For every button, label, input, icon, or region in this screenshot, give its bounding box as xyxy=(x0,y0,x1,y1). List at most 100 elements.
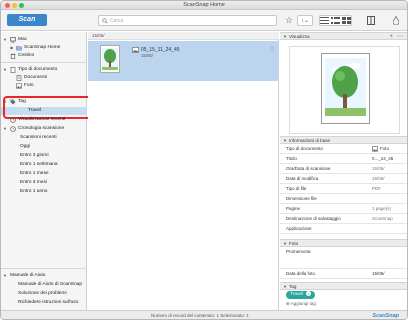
info-key: Destinazione di salvataggio xyxy=(286,216,341,221)
sidebar-item-1-week[interactable]: Entro 1 settimana xyxy=(1,161,87,169)
sidebar-item-today[interactable]: Oggi xyxy=(1,143,87,151)
info-value: 1 page(s) xyxy=(372,206,392,211)
tree-photo-icon xyxy=(102,48,118,70)
sidebar-item-documents[interactable]: Documenti xyxy=(1,74,87,82)
plus-icon: ⊕ xyxy=(286,301,290,306)
photo-icon xyxy=(132,47,139,53)
settings-button[interactable] xyxy=(391,15,401,26)
list-view-icon xyxy=(320,17,329,24)
tag-label: Travel xyxy=(290,292,304,297)
clock-icon xyxy=(10,117,16,123)
chevron-down-icon: ▼ xyxy=(3,37,7,42)
search-input[interactable]: Cerca xyxy=(98,15,277,26)
section-title: Visualizza xyxy=(289,34,310,39)
info-key: Ora/Data di scansione xyxy=(286,166,331,171)
info-row-title[interactable]: Titolo 0..._24_45 xyxy=(280,154,407,164)
sort-icon: ↓⌄ xyxy=(300,18,310,24)
sidebar-item-label: Visualizzazioni recenti xyxy=(18,117,66,122)
info-key: Applicazione xyxy=(286,226,312,231)
sidebar-item-photos[interactable]: Foto xyxy=(1,82,87,90)
info-value: Foto xyxy=(380,146,390,151)
scan-button[interactable]: Scan xyxy=(7,14,47,26)
sidebar-item-3-months[interactable]: Entro 3 mesi xyxy=(1,179,87,187)
info-key: Promemoria xyxy=(286,249,311,254)
info-value: 15/05/ xyxy=(372,271,385,276)
date-group-header: 15/05/ xyxy=(88,32,279,40)
toolbar: Scan Cerca ☆ ↓⌄ xyxy=(1,10,407,31)
tag-section-header[interactable]: ▼ Tag xyxy=(280,282,407,290)
info-key: Titolo xyxy=(286,156,297,161)
panel-toggle-button[interactable] xyxy=(366,15,376,26)
info-row-photo-date[interactable]: Data della foto 15/05/ xyxy=(280,269,407,279)
preview-section-header[interactable]: ▼ Visualizza + ⋯ xyxy=(280,32,407,40)
photo-icon xyxy=(372,146,378,152)
info-row-pages: Pagine 1 page(s) xyxy=(280,204,407,214)
info-key: Dimensione file xyxy=(286,196,317,201)
detail-panel: ▼ Visualizza + ⋯ ▼ Informazioni di base xyxy=(280,32,407,310)
help-link-usage-instructions[interactable]: Richiedere istruzioni sull'uso xyxy=(1,299,87,307)
chevron-down-icon: ▼ xyxy=(3,67,7,72)
sort-button[interactable]: ↓⌄ xyxy=(297,15,313,26)
chevron-down-icon: ▼ xyxy=(3,273,7,278)
folder-icon xyxy=(16,46,22,51)
info-key: Data della foto xyxy=(286,271,316,276)
star-icon[interactable]: ☆ xyxy=(269,45,275,53)
preview-area xyxy=(289,46,400,134)
remove-tag-icon[interactable]: × xyxy=(306,291,312,296)
help-label: Manuale di Aiuto xyxy=(10,273,46,278)
info-value: PDF xyxy=(372,186,381,191)
info-section-header[interactable]: ▼ Informazioni di base xyxy=(280,136,407,144)
help-manual-header[interactable]: ▼ Manuale di Aiuto xyxy=(1,272,87,280)
detail-view-icon xyxy=(331,17,340,24)
sidebar-item-scansnap-home[interactable]: ▶ ScanSnap Home xyxy=(1,44,87,52)
sidebar-item-document-type[interactable]: ▼ Tipo di documento xyxy=(1,66,87,74)
drop-icon xyxy=(393,16,399,25)
info-value: ScanSnap xyxy=(372,216,393,221)
info-key: Tipo di documento xyxy=(286,146,323,151)
zoom-icon[interactable]: + xyxy=(389,34,393,41)
sidebar-panel-icon xyxy=(367,16,375,25)
add-tag-button[interactable]: ⊕ Aggiungi tag xyxy=(286,301,316,307)
photo-section-header[interactable]: ▼ Foto xyxy=(280,239,407,247)
sidebar-item-recent-views[interactable]: Visualizzazioni recenti xyxy=(1,116,87,124)
item-thumbnail xyxy=(100,45,120,73)
computer-icon xyxy=(10,37,16,43)
info-row-file-type: Tipo di file PDF xyxy=(280,184,407,194)
sidebar-item-label: Entro 3 giorni xyxy=(20,153,49,158)
sidebar-item-scan-history[interactable]: ▼ Cronologia scansione xyxy=(1,125,87,133)
sidebar-item-trash[interactable]: Cestino xyxy=(1,52,87,60)
more-icon[interactable]: ⋯ xyxy=(397,34,403,41)
help-link-scansnap-manual[interactable]: Manuale di Aiuto di ScanSnap xyxy=(1,281,87,289)
sidebar-item-label: ScanSnap Home xyxy=(24,45,61,50)
help-link-troubleshooting[interactable]: Soluzione dei problemi xyxy=(1,290,87,298)
add-tag-label: Aggiungi tag xyxy=(290,301,316,306)
sidebar-item-mac[interactable]: ▼ Mac xyxy=(1,36,87,44)
section-title: Tag xyxy=(289,284,297,289)
sidebar-item-label: Entro 3 mesi xyxy=(20,180,47,185)
star-icon: ☆ xyxy=(284,15,294,25)
info-key: Pagine xyxy=(286,206,301,211)
status-bar: Numero di record del contenuto: 1 Selezi… xyxy=(1,310,407,319)
app-window: ScanSnap Home Scan Cerca ☆ ↓⌄ ▼ Mac ▶ Sc… xyxy=(0,0,408,320)
info-row-document-type[interactable]: Tipo di documento Foto xyxy=(280,144,407,154)
help-label: Richiedere istruzioni sull'uso xyxy=(18,300,79,305)
content-item[interactable]: 05_15_11_24_45 15/05/ ☆ xyxy=(88,41,279,81)
info-row-memo[interactable]: Promemoria xyxy=(280,247,407,269)
history-icon xyxy=(10,126,16,132)
info-row-save-destination: Destinazione di salvataggio ScanSnap xyxy=(280,214,407,224)
view-mode-toggle[interactable] xyxy=(319,15,352,26)
sidebar-item-label: Entro 1 anno xyxy=(20,189,48,194)
sidebar-item-1-month[interactable]: Entro 1 mese xyxy=(1,170,87,178)
tag-pill-travel[interactable]: Travel × xyxy=(286,291,316,299)
info-key: Data di modifica xyxy=(286,176,319,181)
info-value: 15/05/ xyxy=(372,166,385,171)
document-preview[interactable] xyxy=(321,53,370,124)
sidebar-item-3-days[interactable]: Entro 3 giorni xyxy=(1,152,87,160)
trash-icon xyxy=(10,53,16,59)
info-row-application[interactable]: Applicazione xyxy=(280,224,407,234)
sidebar-item-recent-scans[interactable]: Scansioni recenti xyxy=(1,134,87,142)
favorite-filter-button[interactable]: ☆ xyxy=(284,15,294,26)
sidebar-item-1-year[interactable]: Entro 1 anno xyxy=(1,188,87,196)
sidebar-item-label: Documenti xyxy=(24,75,47,80)
info-row-scan-date: Ora/Data di scansione 15/05/ xyxy=(280,164,407,174)
